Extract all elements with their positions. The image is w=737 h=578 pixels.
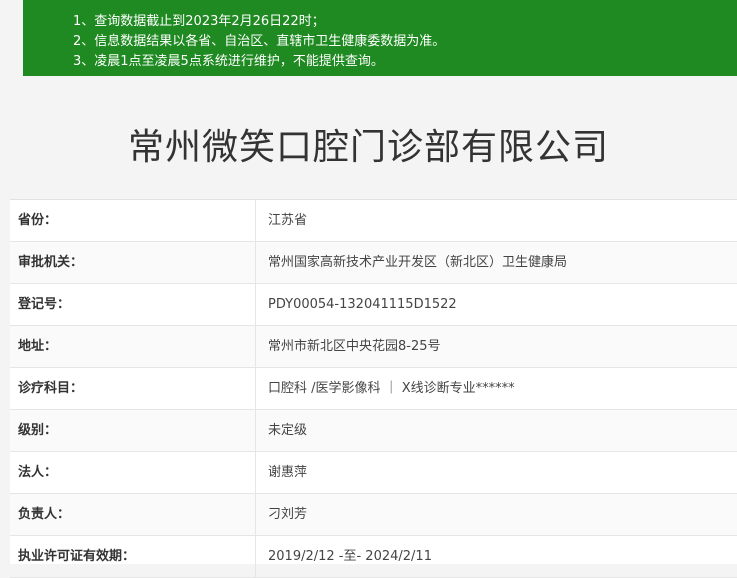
page-title: 常州微笑口腔门诊部有限公司	[127, 127, 609, 168]
row-value: 刁刘芳	[268, 507, 308, 522]
notice-line-2: 2、信息数据结果以各省、自治区、直辖市卫生健康委数据为准。	[73, 34, 446, 49]
table-row-address: 地址： 常州市新北区中央花园8-25号	[10, 326, 737, 368]
row-value: 江苏省	[268, 213, 308, 228]
table-row-departments: 诊疗科目： 口腔科 /医学影像科 ｜ X线诊断专业******	[10, 368, 737, 410]
row-label: 审批机关：	[10, 242, 256, 283]
table-row-license-validity: 执业许可证有效期： 2019/2/12 -至- 2024/2/11	[10, 536, 737, 578]
row-label: 法人：	[10, 452, 256, 493]
row-value: 常州市新北区中央花园8-25号	[268, 339, 441, 354]
table-row-registration-number: 登记号： PDY00054-132041115D1522	[10, 284, 737, 326]
row-value: 常州国家高新技术产业开发区（新北区）卫生健康局	[268, 255, 568, 270]
row-label: 诊疗科目：	[10, 368, 256, 409]
table-row-level: 级别： 未定级	[10, 410, 737, 452]
table-row-approval-authority: 审批机关： 常州国家高新技术产业开发区（新北区）卫生健康局	[10, 242, 737, 284]
row-label: 登记号：	[10, 284, 256, 325]
row-value: 谢惠萍	[268, 465, 308, 480]
table-row-legal-person: 法人： 谢惠萍	[10, 452, 737, 494]
row-label: 省份：	[10, 200, 256, 241]
table-row-province: 省份： 江苏省	[10, 200, 737, 242]
row-value: 未定级	[268, 423, 308, 438]
row-value: 口腔科 /医学影像科 ｜ X线诊断专业******	[268, 381, 515, 396]
row-label: 执业许可证有效期：	[10, 536, 256, 577]
notice-banner: 1、查询数据截止到2023年2月26日22时； 2、信息数据结果以各省、自治区、…	[23, 0, 737, 76]
notice-line-3: 3、凌晨1点至凌晨5点系统进行维护，不能提供查询。	[73, 54, 384, 69]
divider-strip	[0, 76, 737, 94]
row-label: 负责人：	[10, 494, 256, 535]
row-label: 级别：	[10, 410, 256, 451]
table-row-person-in-charge: 负责人： 刁刘芳	[10, 494, 737, 536]
notice-line-1: 1、查询数据截止到2023年2月26日22时；	[73, 14, 325, 29]
row-label: 地址：	[10, 326, 256, 367]
row-value: 2019/2/12 -至- 2024/2/11	[268, 549, 432, 564]
row-value: PDY00054-132041115D1522	[268, 297, 457, 312]
info-table: 省份： 江苏省 审批机关： 常州国家高新技术产业开发区（新北区）卫生健康局 登记…	[10, 199, 737, 578]
